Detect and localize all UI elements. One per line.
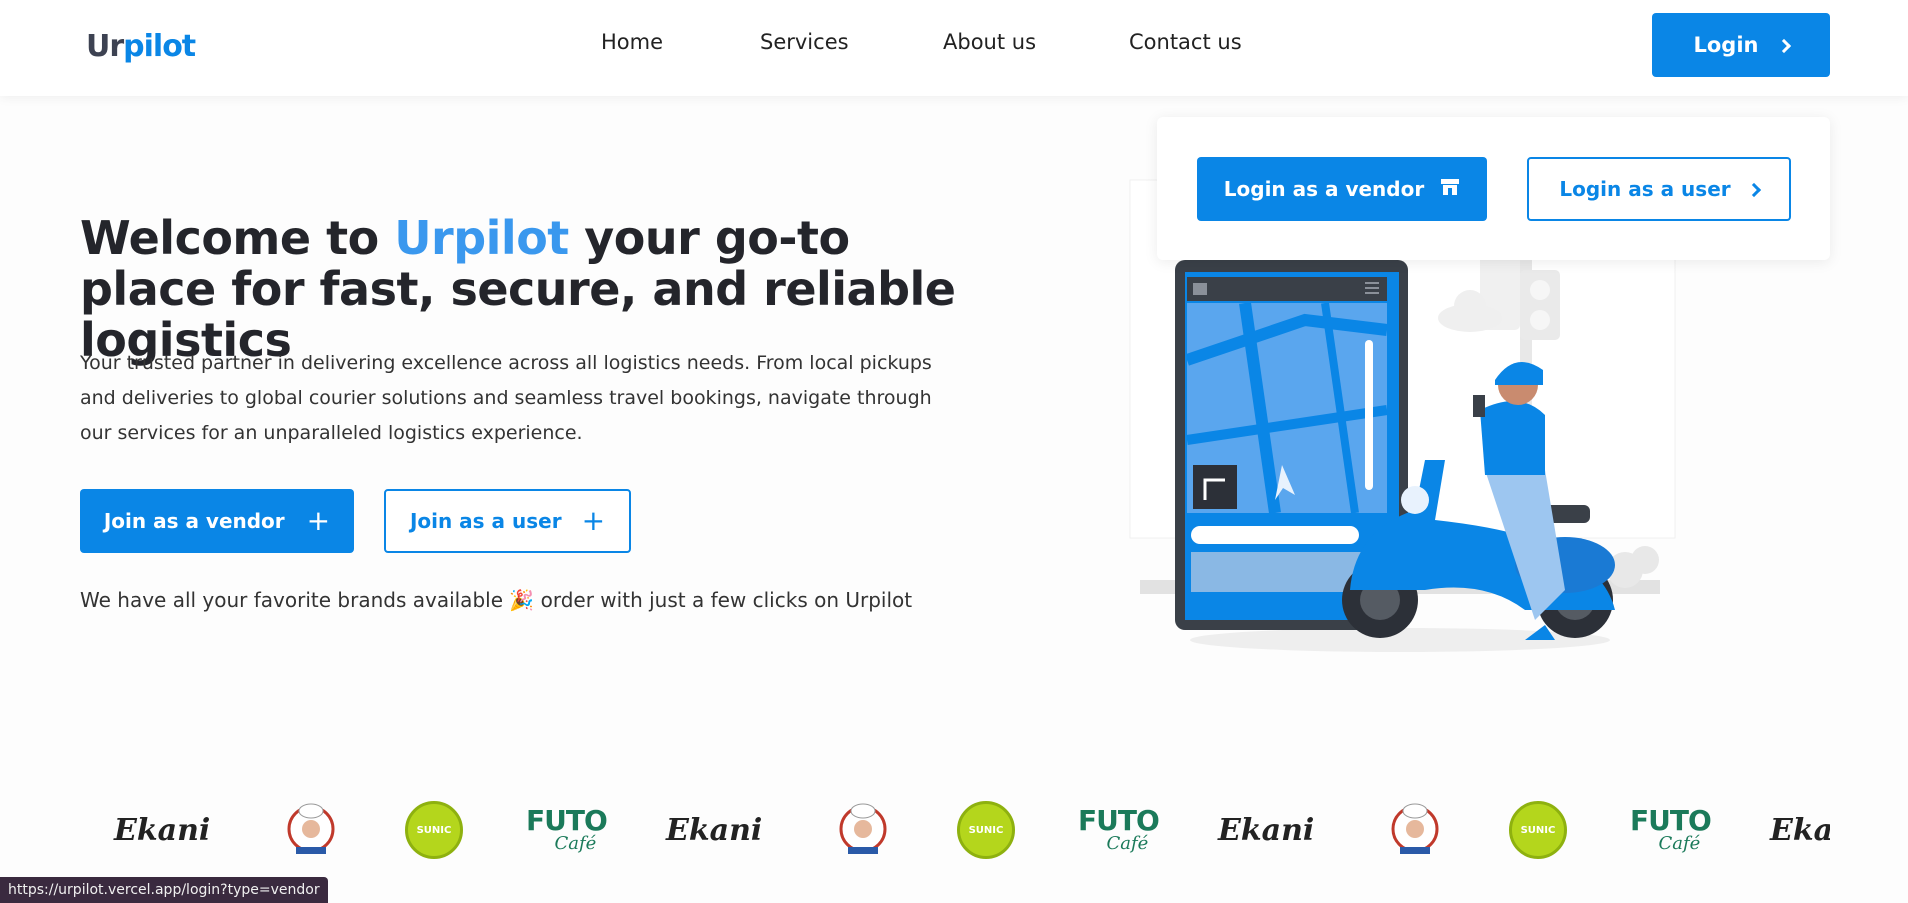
sunny-kitchen-logo bbox=[286, 790, 336, 870]
nav-home-link[interactable]: Home bbox=[601, 30, 663, 54]
navbar: Ur pilot Home Services About us Contact u… bbox=[0, 0, 1908, 96]
brands-tagline-text-end: order with just a few clicks on Urpilot bbox=[534, 588, 913, 612]
sunic-logo: SUNIC bbox=[1509, 790, 1567, 870]
sunny-kitchen-logo bbox=[1390, 790, 1440, 870]
hero-title: Welcome to Urpilot your go-to place for … bbox=[80, 213, 960, 366]
hero-title-part1: Welcome to bbox=[80, 211, 395, 265]
join-as-user-label: Join as a user bbox=[409, 509, 562, 533]
chevron-right-icon bbox=[1746, 182, 1761, 197]
futo-cafe-logo-line1: FUTO bbox=[1630, 804, 1712, 837]
nav-links: Home Services About us Contact us bbox=[0, 30, 1908, 62]
hero-description: Your trusted partner in delivering excel… bbox=[80, 352, 932, 444]
futo-cafe-logo-line2: Café bbox=[1658, 833, 1701, 854]
store-icon bbox=[1440, 177, 1460, 201]
ekani-logo: Ekani bbox=[1218, 812, 1315, 848]
hero-title-brand: Urpilot bbox=[394, 211, 569, 265]
login-options-panel: Login as a vendor Login as a user bbox=[1157, 117, 1830, 260]
chevron-right-icon bbox=[1776, 38, 1791, 53]
sunic-logo-text: SUNIC bbox=[1509, 801, 1567, 859]
nav-services-link[interactable]: Services bbox=[760, 30, 849, 54]
futo-cafe-logo-line1: FUTO bbox=[1078, 804, 1160, 837]
futo-cafe-logo-line2: Café bbox=[1106, 833, 1149, 854]
plus-icon: + bbox=[306, 504, 331, 537]
futo-cafe-logo: FUTO Café bbox=[1078, 790, 1160, 870]
plus-icon: + bbox=[581, 504, 606, 537]
join-as-vendor-label: Join as a vendor bbox=[103, 509, 285, 533]
status-bar-url: https://urpilot.vercel.app/login?type=ve… bbox=[0, 877, 328, 903]
join-as-user-button[interactable]: Join as a user + bbox=[384, 489, 631, 553]
join-as-vendor-button[interactable]: Join as a vendor + bbox=[80, 489, 354, 553]
futo-cafe-logo-line1: FUTO bbox=[526, 804, 608, 837]
futo-cafe-logo: FUTO Café bbox=[1630, 790, 1712, 870]
nav-contact-link[interactable]: Contact us bbox=[1129, 30, 1242, 54]
sunic-logo-text: SUNIC bbox=[405, 801, 463, 859]
party-popper-icon: 🎉 bbox=[509, 588, 535, 612]
futo-cafe-logo-line2: Café bbox=[554, 833, 597, 854]
ekani-logo: Ekani bbox=[114, 812, 211, 848]
brands-tagline: We have all your favorite brands availab… bbox=[80, 588, 912, 612]
login-as-vendor-button[interactable]: Login as a vendor bbox=[1197, 157, 1487, 221]
brand-logo-carousel: Ekani SUNIC FUTO Café Ekani SUNIC FUTO C… bbox=[80, 790, 1830, 870]
login-as-user-button[interactable]: Login as a user bbox=[1527, 157, 1791, 221]
chef-logo-icon bbox=[1390, 801, 1440, 859]
login-as-vendor-label: Login as a vendor bbox=[1223, 177, 1425, 201]
ekani-logo: Ekani bbox=[1770, 812, 1830, 848]
login-button-label: Login bbox=[1693, 33, 1759, 57]
brands-tagline-text: We have all your favorite brands availab… bbox=[80, 588, 510, 612]
sunny-kitchen-logo bbox=[838, 790, 888, 870]
login-button[interactable]: Login bbox=[1652, 13, 1830, 77]
chef-logo-icon bbox=[286, 801, 336, 859]
login-as-user-label: Login as a user bbox=[1559, 177, 1731, 201]
chef-logo-icon bbox=[838, 801, 888, 859]
nav-about-link[interactable]: About us bbox=[943, 30, 1036, 54]
sunic-logo: SUNIC bbox=[405, 790, 463, 870]
sunic-logo-text: SUNIC bbox=[957, 801, 1015, 859]
ekani-logo: Ekani bbox=[666, 812, 763, 848]
futo-cafe-logo: FUTO Café bbox=[526, 790, 608, 870]
sunic-logo: SUNIC bbox=[957, 790, 1015, 870]
